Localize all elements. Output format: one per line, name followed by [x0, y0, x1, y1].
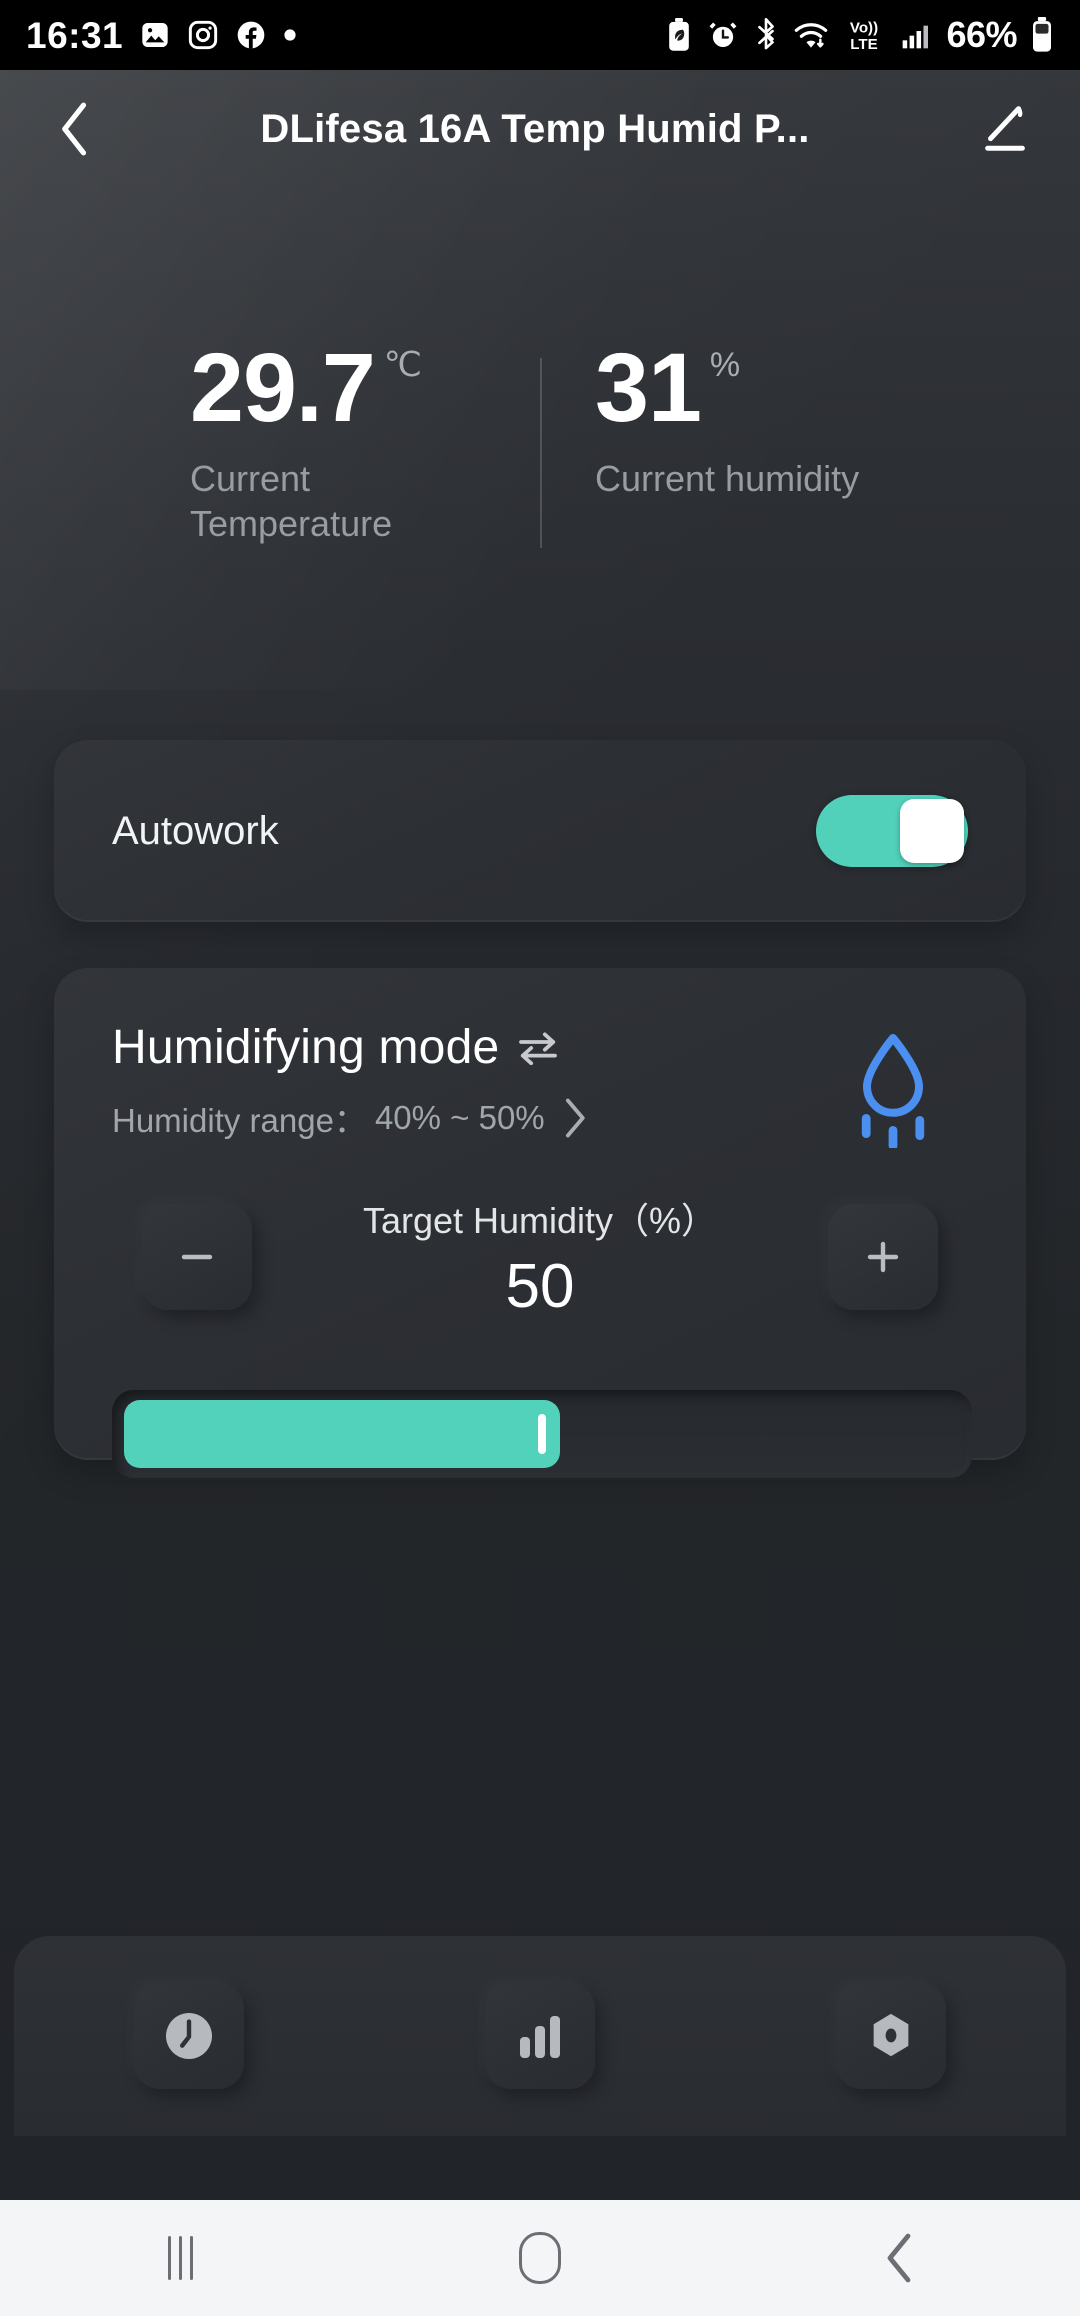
temperature-value-row: 29.7 ℃ [190, 333, 540, 442]
toolbar-item-timer[interactable] [14, 1983, 365, 2089]
battery-percentage: 66% [946, 14, 1017, 55]
hex-nut-icon [864, 2009, 918, 2063]
back-button[interactable] [40, 94, 110, 164]
bar-chart-icon [514, 2010, 566, 2062]
pencil-edit-icon [978, 102, 1032, 156]
autowork-label: Autowork [112, 808, 279, 853]
settings-button[interactable] [835, 1983, 946, 2089]
humidifying-mode-card: Humidifying mode Humidity range： 40% ~ 5… [54, 968, 1026, 1478]
back-chevron-icon [882, 2232, 918, 2284]
clock-icon [161, 2008, 217, 2064]
svg-text:Vo)): Vo)) [850, 19, 878, 36]
battery-saver-icon [664, 18, 694, 52]
toolbar-item-statistics[interactable] [365, 1983, 716, 2089]
humidity-readout: 31 % Current humidity [540, 333, 1080, 600]
dot-icon [283, 28, 297, 42]
wifi-icon [793, 19, 829, 51]
temperature-value: 29.7 [190, 333, 376, 442]
slider-thumb[interactable] [538, 1414, 546, 1454]
mode-title: Humidifying mode [112, 1021, 500, 1074]
increase-target-humidity-button[interactable] [828, 1204, 938, 1310]
readout-divider [540, 358, 542, 548]
mode-title-row[interactable]: Humidifying mode [112, 1020, 818, 1075]
signal-icon [899, 19, 933, 51]
mode-header-text: Humidifying mode Humidity range： 40% ~ 5… [112, 1020, 818, 1142]
temperature-readout: 29.7 ℃ Current Temperature [0, 333, 540, 600]
android-nav-bar [0, 2200, 1080, 2316]
humidity-label: Current humidity [595, 458, 860, 500]
edit-button[interactable] [970, 94, 1040, 164]
svg-text:LTE: LTE [851, 36, 878, 53]
plus-icon [863, 1237, 903, 1277]
nav-back-button[interactable] [720, 2232, 1080, 2284]
swap-arrows-icon[interactable] [515, 1031, 561, 1065]
bluetooth-icon [752, 18, 780, 52]
recents-icon [167, 2236, 193, 2280]
temperature-unit: ℃ [383, 346, 422, 384]
toolbar-item-settings[interactable] [715, 1983, 1066, 2089]
chevron-right-icon[interactable] [561, 1097, 587, 1139]
humidity-range-label: Humidity range： [112, 1102, 367, 1139]
page-title: DLifesa 16A Temp Humid P... [260, 106, 810, 151]
nav-recents-button[interactable] [0, 2236, 360, 2280]
status-clock: 16:31 [26, 14, 124, 56]
photos-icon [139, 19, 171, 51]
humidity-unit: % [709, 346, 741, 384]
humidity-value: 31 [595, 333, 702, 442]
timer-button[interactable] [134, 1983, 245, 2089]
temperature-label: Current Temperature [190, 458, 393, 545]
instagram-icon [187, 19, 219, 51]
nav-home-button[interactable] [360, 2232, 720, 2284]
target-humidity-slider[interactable] [112, 1390, 972, 1478]
mode-icon-wrap [818, 1020, 968, 1150]
toggle-knob [900, 799, 964, 863]
status-bar-right: Vo)) LTE 66% [664, 14, 1054, 56]
slider-fill [124, 1400, 560, 1468]
water-drop-icon [835, 1028, 951, 1150]
status-bar-left: 16:31 [26, 17, 297, 54]
volte-icon: Vo)) LTE [842, 17, 886, 53]
facebook-icon [235, 19, 267, 51]
alarm-icon [707, 19, 739, 51]
bottom-toolbar [14, 1936, 1066, 2136]
statistics-button[interactable] [485, 1983, 595, 2089]
humidity-range-value: 40% ~ 50% [374, 1099, 545, 1136]
home-icon [519, 2232, 561, 2284]
mode-header: Humidifying mode Humidity range： 40% ~ 5… [112, 1020, 968, 1150]
humidity-value-row: 31 % [595, 333, 1080, 442]
target-humidity-stepper: Target Humidity（%） 50 [112, 1200, 968, 1354]
humidity-range-row[interactable]: Humidity range： 40% ~ 50% [112, 1094, 818, 1142]
status-bar: 16:31 Vo)) LTE 66% [0, 0, 1080, 70]
autowork-card[interactable]: Autowork [54, 740, 1026, 922]
chevron-left-icon [53, 100, 97, 158]
app-bar: DLifesa 16A Temp Humid P... [0, 70, 1080, 188]
battery-icon [1030, 17, 1054, 53]
phone-screen: 16:31 Vo)) LTE 66% DLifesa 16A Temp Humi… [0, 0, 1080, 2316]
autowork-toggle[interactable] [816, 795, 968, 867]
